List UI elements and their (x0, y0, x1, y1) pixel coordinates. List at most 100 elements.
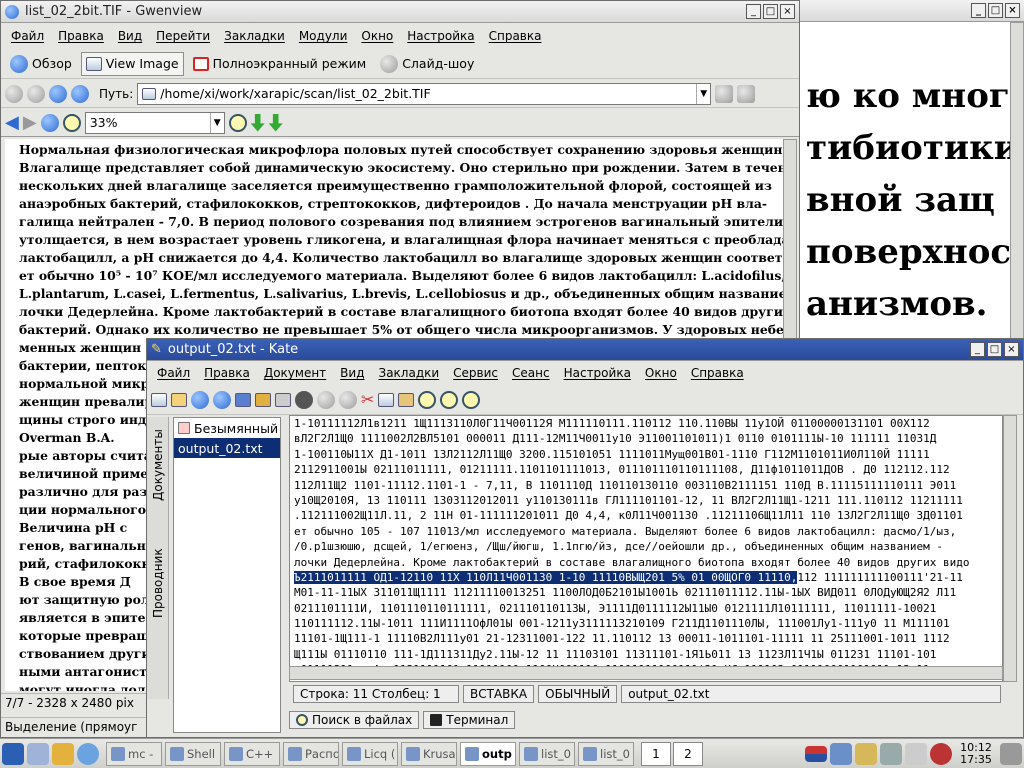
menu-item[interactable]: Правка (58, 29, 104, 43)
konqueror-icon[interactable] (77, 742, 99, 765)
menu-item[interactable]: Настройка (407, 29, 474, 43)
close-button[interactable]: × (780, 4, 795, 19)
editor-hscroll[interactable] (289, 666, 1003, 680)
menu-item[interactable]: Окно (645, 366, 677, 380)
menu-item[interactable]: Настройка (564, 366, 631, 380)
go-icon[interactable] (737, 84, 756, 103)
menu-item[interactable]: Перейти (156, 29, 210, 43)
undo-icon[interactable] (317, 390, 335, 409)
tab-terminal[interactable]: Терминал (423, 711, 516, 729)
tab-documents[interactable]: Документы (149, 417, 167, 513)
editor-line: 2112911001Ы 02111011111, 01211111.110110… (294, 463, 950, 477)
browse-mode-button[interactable]: Обзор (5, 52, 77, 76)
next-icon[interactable]: ▶ (23, 112, 37, 133)
desktop-1[interactable]: 1 (641, 741, 671, 766)
up-icon[interactable] (49, 84, 67, 103)
flag-icon[interactable] (805, 745, 827, 762)
zoom-out-icon[interactable] (462, 390, 481, 409)
volume-icon[interactable] (830, 742, 852, 765)
maximize-button[interactable]: □ (988, 3, 1003, 18)
menu-item[interactable]: Справка (691, 366, 744, 380)
close-button[interactable]: × (1004, 342, 1019, 357)
copy-icon[interactable] (378, 392, 395, 407)
zoom-icon[interactable] (62, 113, 81, 132)
menu-item[interactable]: Правка (204, 366, 250, 380)
menu-item[interactable]: Файл (11, 29, 44, 43)
taskbar-button[interactable]: mc - (106, 741, 162, 766)
back-icon[interactable] (191, 390, 209, 409)
back-icon[interactable] (5, 84, 23, 103)
editor-area[interactable]: 1-10111112Л1в1211 1Щ1113110Л0Г11Ч00112Я … (289, 415, 1003, 682)
minimize-button[interactable]: _ (971, 3, 986, 18)
open-document-icon[interactable] (171, 392, 187, 407)
taskbar-button[interactable]: list_0 (519, 741, 575, 766)
network-icon[interactable] (880, 742, 902, 765)
taskbar-button[interactable]: Shell (165, 741, 221, 766)
clipboard-icon[interactable] (905, 742, 927, 765)
menu-item[interactable]: Сеанс (512, 366, 550, 380)
menu-item[interactable]: Закладки (379, 366, 440, 380)
lock-icon[interactable] (1000, 742, 1022, 765)
new-document-icon[interactable] (151, 392, 167, 407)
list-item[interactable]: Безымянный (174, 418, 280, 438)
taskbar-button[interactable]: C++ (224, 741, 280, 766)
desktop-2[interactable]: 2 (673, 741, 703, 766)
forward-icon[interactable] (213, 390, 231, 409)
rotate-right-icon[interactable] (268, 113, 283, 132)
menu-item[interactable]: Окно (361, 29, 393, 43)
menu-item[interactable]: Документ (264, 366, 326, 380)
chevron-down-icon[interactable]: ▼ (696, 83, 710, 104)
slideshow-button[interactable]: Слайд-шоу (375, 52, 479, 76)
close-button[interactable]: × (1005, 3, 1020, 18)
zoom-to-fit-icon[interactable] (228, 113, 247, 132)
chevron-down-icon[interactable]: ▼ (209, 112, 224, 133)
menu-item[interactable]: Вид (340, 366, 364, 380)
maximize-button[interactable]: □ (987, 342, 1002, 357)
insert-mode[interactable]: ВСТАВКА (463, 685, 535, 703)
editor-vscroll[interactable] (1003, 415, 1017, 682)
taskbar-button[interactable]: list_0 (578, 741, 634, 766)
power-icon[interactable] (930, 742, 952, 765)
list-item[interactable]: output_02.txt (174, 438, 280, 458)
rotate-left-icon[interactable] (250, 113, 265, 132)
menu-item[interactable]: Закладки (224, 29, 285, 43)
taskbar-button[interactable]: Распо (283, 741, 339, 766)
clear-path-icon[interactable] (715, 84, 734, 103)
zoom-select[interactable]: 33% ▼ (84, 111, 225, 134)
redo-icon[interactable] (339, 390, 357, 409)
view-image-button[interactable]: View Image (80, 51, 184, 76)
reload-icon[interactable] (40, 113, 59, 132)
path-field[interactable]: /home/xi/work/xarapic/scan/list_02_2bit.… (137, 82, 712, 105)
save-as-icon[interactable] (255, 392, 271, 407)
minimize-button[interactable]: _ (746, 4, 761, 19)
paste-icon[interactable] (398, 392, 415, 407)
fullscreen-button[interactable]: Полноэкранный режим (188, 52, 372, 76)
menu-item[interactable]: Справка (489, 29, 542, 43)
tab-explorer[interactable]: Проводник (149, 537, 167, 629)
keyboard-icon[interactable] (855, 742, 877, 765)
taskbar-button[interactable]: outp (460, 741, 516, 766)
home-icon[interactable] (52, 742, 74, 765)
print-icon[interactable] (275, 392, 291, 407)
kde-menu-icon[interactable] (2, 742, 24, 765)
close-document-icon[interactable] (295, 390, 313, 409)
forward-icon[interactable] (27, 84, 45, 103)
find-icon[interactable] (418, 390, 437, 409)
tab-find-in-files[interactable]: Поиск в файлах (289, 711, 420, 729)
home-icon[interactable] (71, 84, 89, 103)
save-icon[interactable] (235, 392, 251, 407)
background-scrollbar[interactable] (1010, 22, 1024, 345)
show-desktop-icon[interactable] (27, 742, 49, 765)
menu-item[interactable]: Модули (299, 29, 348, 43)
clock[interactable]: 10:12 17:35 (955, 741, 997, 766)
menu-item[interactable]: Сервис (453, 366, 498, 380)
previous-icon[interactable]: ◀ (5, 112, 19, 133)
cut-icon[interactable]: ✂ (361, 390, 374, 409)
maximize-button[interactable]: □ (763, 4, 778, 19)
taskbar-button[interactable]: Krusa (401, 741, 457, 766)
menu-item[interactable]: Файл (157, 366, 190, 380)
taskbar-button[interactable]: Licq ( (342, 741, 398, 766)
minimize-button[interactable]: _ (970, 342, 985, 357)
menu-item[interactable]: Вид (118, 29, 142, 43)
zoom-in-icon[interactable] (440, 390, 459, 409)
